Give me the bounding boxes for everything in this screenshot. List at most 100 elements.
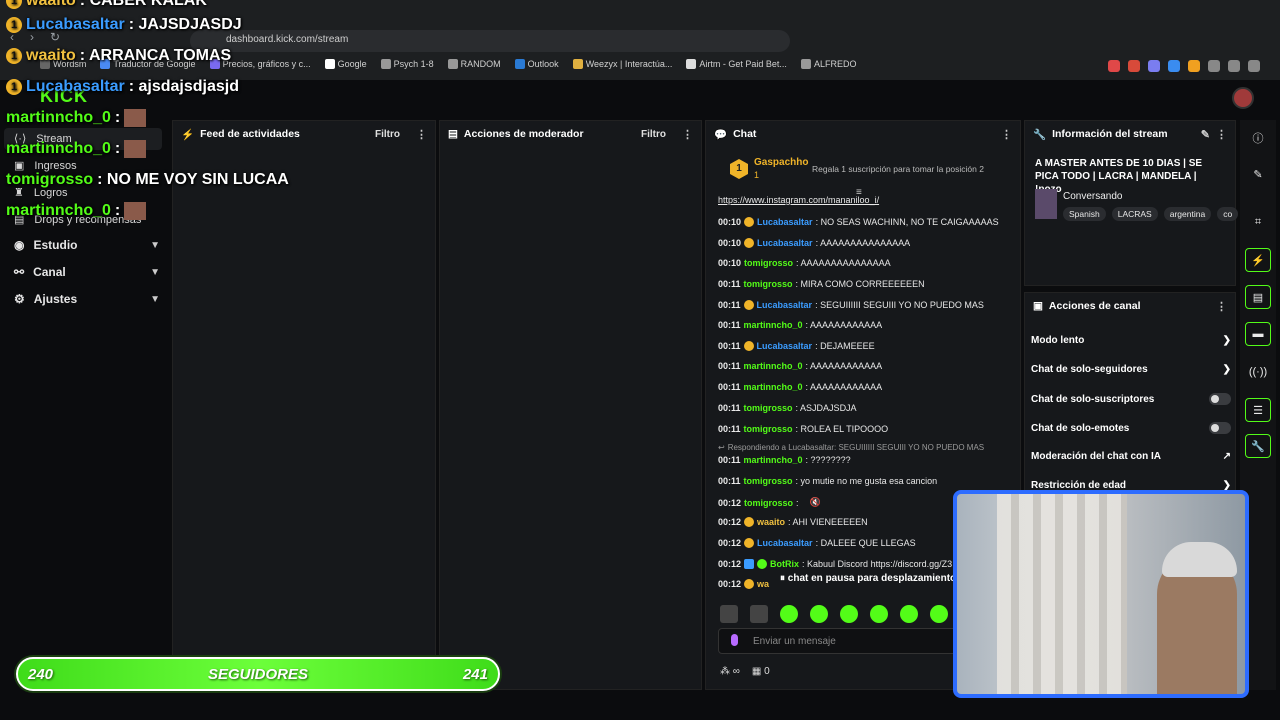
- emote-face-icon: [124, 109, 147, 127]
- chat-message: 00:10 Lucabasaltar: NO SEAS WACHINN, NO T…: [718, 217, 999, 227]
- follower-current: 240: [28, 666, 54, 683]
- chat-paused-banner[interactable]: ⏸ chat en pausa para desplazamiento: [778, 573, 959, 584]
- overlay-chat-line: 1 waaito: ARRANCA TOMAS: [6, 47, 231, 65]
- list-icon: ▤: [448, 128, 458, 140]
- avatar[interactable]: [1232, 87, 1254, 109]
- panel-header: 💬 Chat ⋮: [706, 121, 1020, 147]
- wrench-icon: 🔧: [1033, 128, 1047, 141]
- list-icon[interactable]: ▤: [1245, 285, 1271, 309]
- tag: Spanish: [1063, 207, 1106, 221]
- kebab-menu-icon[interactable]: ⋮: [1216, 128, 1227, 141]
- bookmark[interactable]: Psych 1-8: [380, 59, 434, 69]
- overlay-chat-line: martinncho_0 :: [6, 202, 147, 220]
- bookmark[interactable]: Weezyx | Interactúa...: [572, 59, 672, 69]
- follower-label: SEGUIDORES: [208, 666, 309, 683]
- layout-icon[interactable]: ☰: [1245, 398, 1271, 422]
- chat-message: 00:12 tomigrosso: 🔇: [718, 497, 821, 508]
- chevron-right-icon: ❯: [1222, 364, 1231, 375]
- emote[interactable]: [930, 605, 948, 623]
- edit-icon[interactable]: ✎: [1201, 128, 1210, 141]
- bookmark[interactable]: Google: [324, 59, 367, 69]
- kebab-menu-icon[interactable]: ⋮: [1216, 300, 1227, 313]
- emote[interactable]: [900, 605, 918, 623]
- emote[interactable]: [810, 605, 828, 623]
- chat-message: 00:11 martinncho_0: AAAAAAAAAAAA: [718, 361, 883, 371]
- kebab-menu-icon[interactable]: ⋮: [682, 128, 693, 141]
- chat-message: 00:11 Lucabasaltar: DEJAMEEEE: [718, 341, 875, 351]
- bookmark[interactable]: ALFREDO: [800, 59, 856, 69]
- chat-message: 00:12 wa: [718, 579, 770, 589]
- stream-info-panel: 🔧 Información del stream ✎ ⋮ A MASTER AN…: [1024, 120, 1239, 286]
- chat-message: 00:10 tomigrosso: AAAAAAAAAAAAAAA: [718, 258, 891, 268]
- action-ai-moderation[interactable]: Moderación del chat con IA ↗: [1031, 451, 1231, 462]
- bookmark[interactable]: Airtm - Get Paid Bet...: [686, 59, 787, 69]
- panel-title: Feed de actividades: [200, 128, 300, 140]
- toggle-switch[interactable]: [1209, 422, 1231, 434]
- chat-input-placeholder: Enviar un mensaje: [753, 636, 836, 647]
- filter-button[interactable]: Filtro: [641, 129, 666, 140]
- chevron-down-icon: ▼: [150, 293, 160, 305]
- gear-icon: ⚙: [14, 292, 25, 306]
- overlay-chat-line: martinncho_0 :: [6, 109, 147, 127]
- chat-icon[interactable]: ▬: [1245, 322, 1271, 346]
- external-link-icon: ↗: [1222, 451, 1231, 462]
- sidebar-item-estudio[interactable]: ◉ Estudio ▼: [14, 238, 160, 252]
- info-icon[interactable]: ⓘ: [1245, 126, 1271, 150]
- sidebar-item-ajustes[interactable]: ⚙ Ajustes ▼: [14, 292, 160, 306]
- channel-actions-panel: ▣ Acciones de canal ⋮ Modo lento ❯ Chat d…: [1024, 292, 1236, 492]
- reply-note: ↩ Respondiendo a Lucabasaltar: SEGUIIIIII…: [718, 443, 985, 452]
- emote[interactable]: [780, 605, 798, 623]
- emote[interactable]: [750, 605, 768, 623]
- chat-message: 00:12 Lucabasaltar: DALEEE QUE LLEGAS: [718, 538, 916, 548]
- overlay-chat-line: 1 Lucabasaltar: ajsdajsdjasjd: [6, 78, 239, 96]
- action-emotes-only[interactable]: Chat de solo-emotes: [1031, 422, 1231, 434]
- pinned-gifter[interactable]: 1 Gaspachho 1 Regala 1 suscripción para …: [730, 157, 1010, 187]
- chat-message: 00:11 tomigrosso: yo mutie no me gusta es…: [718, 476, 938, 486]
- kebab-menu-icon[interactable]: ⋮: [1001, 128, 1012, 141]
- emote[interactable]: [870, 605, 888, 623]
- address-bar[interactable]: dashboard.kick.com/stream: [190, 30, 790, 52]
- overlay-chat-line: 1 Lucabasaltar: JAJSDJASDJ: [6, 16, 242, 34]
- filter-button[interactable]: Filtro: [375, 129, 400, 140]
- chat-link-line: https://www.instagram.com/mananiloo_i/: [718, 195, 880, 205]
- chat-input[interactable]: Enviar un mensaje: [718, 628, 968, 654]
- emote-face-icon: [124, 202, 147, 220]
- sidebar-item-canal[interactable]: ⚯ Canal ▼: [14, 265, 160, 279]
- emote[interactable]: [720, 605, 738, 623]
- panel-header: ▣ Acciones de canal ⋮: [1025, 293, 1235, 319]
- panel-title: Información del stream: [1052, 128, 1168, 140]
- bookmark[interactable]: Outlook: [514, 59, 559, 69]
- emote[interactable]: [840, 605, 858, 623]
- bookmark[interactable]: RANDOM: [447, 59, 501, 69]
- emote-face-icon: [124, 140, 147, 158]
- broadcast-icon[interactable]: ((·)): [1245, 360, 1271, 384]
- bolt-icon[interactable]: ⚡: [1245, 248, 1271, 272]
- action-subscribers-only[interactable]: Chat de solo-suscriptores: [1031, 393, 1231, 405]
- panel-title: Chat: [733, 128, 757, 140]
- activity-feed-panel: ⚡ Feed de actividades Filtro ⋮: [172, 120, 436, 690]
- pinned-note: Regala 1 suscripción para tomar la posic…: [812, 164, 984, 174]
- kebab-menu-icon[interactable]: ⋮: [416, 128, 427, 141]
- chat-message: 00:11 martinncho_0: AAAAAAAAAAAA: [718, 382, 883, 392]
- category-thumbnail: [1035, 189, 1057, 219]
- stream-category[interactable]: Conversando: [1063, 191, 1122, 202]
- points-icon[interactable]: ⁂ ∞: [720, 666, 740, 677]
- panel-header: 🔧 Información del stream ✎ ⋮: [1025, 121, 1235, 147]
- wrench-icon[interactable]: 🔧: [1245, 434, 1271, 458]
- action-slow-mode[interactable]: Modo lento ❯: [1031, 335, 1231, 346]
- pause-icon: ⏸: [780, 573, 785, 584]
- tag-list: Spanish LACRAS argentina co: [1063, 207, 1239, 221]
- chat-message: 00:11 martinncho_0: ????????: [718, 455, 851, 465]
- toggle-switch[interactable]: [1209, 393, 1231, 405]
- channel-icon: ⚯: [14, 265, 25, 279]
- mic-icon[interactable]: [731, 634, 738, 646]
- gift-icon[interactable]: ▦ 0: [752, 666, 770, 677]
- chat-message: 00:12 BotRix: Kabuul Discord https://disc…: [718, 559, 953, 569]
- edit-icon[interactable]: ✎: [1245, 162, 1271, 186]
- action-followers-only[interactable]: Chat de solo-seguidores ❯: [1031, 364, 1231, 375]
- chevron-right-icon: ❯: [1222, 335, 1231, 346]
- crop-icon[interactable]: ⌗: [1245, 210, 1271, 234]
- bolt-icon: ⚡: [181, 128, 195, 141]
- chevron-down-icon: ▼: [150, 266, 160, 278]
- url-text: dashboard.kick.com/stream: [226, 34, 349, 45]
